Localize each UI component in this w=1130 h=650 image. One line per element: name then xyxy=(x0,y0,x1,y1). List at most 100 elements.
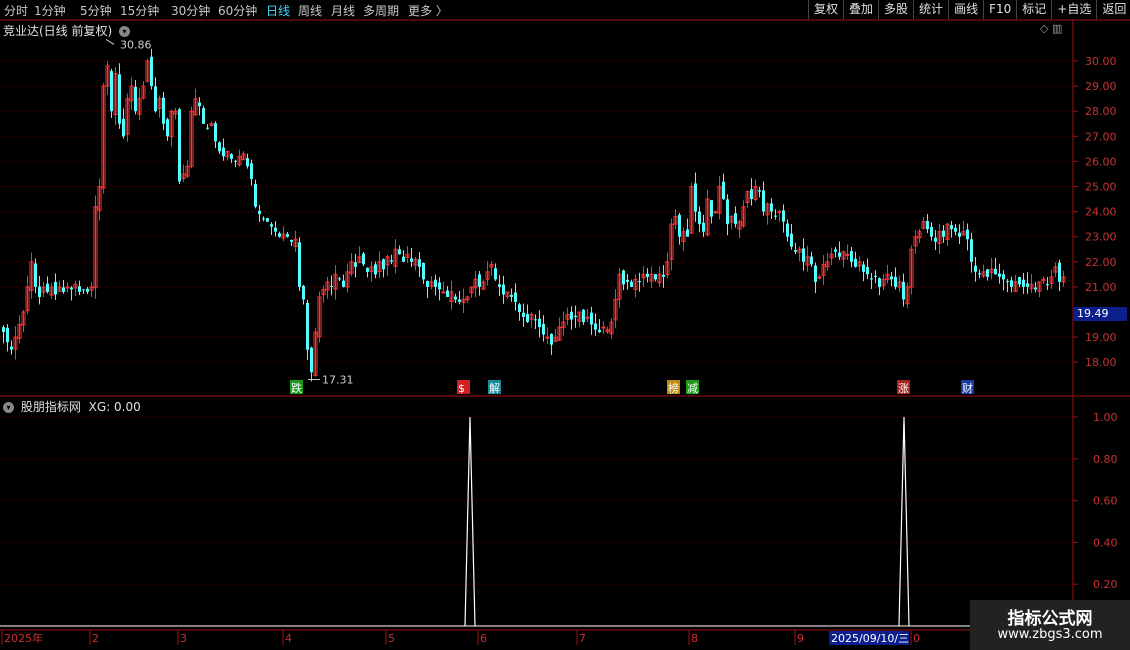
price-tick-label: 28.00 xyxy=(1085,105,1117,118)
candle-body-down xyxy=(150,56,153,87)
candle-body-down xyxy=(574,315,577,318)
candle-body-down xyxy=(154,86,157,112)
candle-body-down xyxy=(782,210,785,222)
indicator-title-bar: ▾ 股朋指标网 XG: 0.00 xyxy=(3,398,141,415)
candle-body-down xyxy=(258,210,261,215)
event-marker-label: 涨 xyxy=(898,382,909,395)
candlestick-series xyxy=(2,48,1066,382)
candle-body-down xyxy=(582,309,585,323)
candle-body-down xyxy=(802,248,805,262)
indicator-tick-label: 0.40 xyxy=(1093,536,1118,549)
time-axis-label: 4 xyxy=(285,632,292,645)
candle-body-down xyxy=(794,250,797,252)
candle-body-down xyxy=(518,304,521,312)
candle-body-down xyxy=(366,267,369,272)
time-axis-label: 9 xyxy=(797,632,804,645)
chevron-down-icon[interactable]: ▾ xyxy=(3,402,14,413)
watermark: 指标公式网 www.zbgs3.com xyxy=(970,600,1130,650)
candle-body-down xyxy=(590,312,593,325)
candle-body-down xyxy=(362,253,365,265)
candle-body-down xyxy=(998,273,1001,277)
candle-body-down xyxy=(930,226,933,237)
candle-body-down xyxy=(878,278,881,287)
candle-body-down xyxy=(78,286,81,292)
candle-body-down xyxy=(1022,279,1025,287)
indicator-tick-label: 1.00 xyxy=(1093,411,1118,424)
candle-body-down xyxy=(82,289,85,291)
event-marker-label: 榜 xyxy=(668,381,679,395)
time-axis-label: 2 xyxy=(92,632,99,645)
high-price-label: 30.86 xyxy=(120,38,152,51)
candle-body-down xyxy=(958,232,961,237)
candle-body-down xyxy=(410,258,413,262)
indicator-signal-spike xyxy=(464,416,476,627)
candle-body-up xyxy=(845,253,850,256)
time-axis-label: 0 xyxy=(913,632,920,645)
candle-body-down xyxy=(1006,281,1009,283)
candle-body-down xyxy=(850,251,853,262)
candle-body-down xyxy=(838,252,841,257)
event-marker-label: $ xyxy=(458,382,465,395)
candle-body-down xyxy=(498,284,501,287)
time-axis-label: 2025年 xyxy=(4,631,43,645)
candle-body-down xyxy=(774,215,777,217)
time-axis-label: 7 xyxy=(579,632,586,645)
candle-body-down xyxy=(630,281,633,287)
candle-body-down xyxy=(270,224,273,227)
price-tick-label: 22.00 xyxy=(1085,256,1117,269)
candle-body-down xyxy=(70,287,73,290)
time-axis-label: 5 xyxy=(388,632,395,645)
candle-body-down xyxy=(866,266,869,275)
watermark-url: www.zbgs3.com xyxy=(997,627,1103,642)
candle-body-down xyxy=(234,160,237,162)
candle-body-down xyxy=(966,229,969,240)
candle-body-down xyxy=(622,270,625,285)
price-tick-label: 23.00 xyxy=(1085,231,1117,244)
candle-body-down xyxy=(230,154,233,159)
candle-body-down xyxy=(110,71,113,112)
candle-body-down xyxy=(810,256,813,265)
candle-body-down xyxy=(758,190,761,192)
high-annotation-arrow xyxy=(105,38,115,45)
candle-body-down xyxy=(254,183,257,207)
candle-body-down xyxy=(870,278,873,280)
candle-body-down xyxy=(166,119,169,137)
time-axis-label: 3 xyxy=(180,632,187,645)
candle-body-down xyxy=(374,264,377,275)
event-marker-label: 减 xyxy=(687,382,698,395)
panel-toggle-icon[interactable]: ▥ xyxy=(1052,22,1062,35)
price-tick-label: 21.00 xyxy=(1085,281,1117,294)
kline-chart-canvas[interactable]: 30.00 29.00 28.00 27.00 26.00 25.00 24.00 23.00… xyxy=(0,0,1130,650)
candle-body-down xyxy=(6,327,9,343)
candle-body-down xyxy=(1058,262,1061,282)
candle-body-down xyxy=(722,181,725,200)
candle-body-down xyxy=(302,285,305,300)
time-axis-label: 8 xyxy=(691,632,698,645)
candle-body-down xyxy=(338,278,341,280)
main-chart-title: 竞业达(日线 前复权) ▾ xyxy=(3,22,131,39)
diamond-icon[interactable]: ◇ xyxy=(1040,22,1048,35)
candle-body-down xyxy=(290,239,293,242)
event-marker-label: 财 xyxy=(962,381,973,395)
candle-body-down xyxy=(494,268,497,280)
candle-body-down xyxy=(894,276,897,287)
candle-body-down xyxy=(446,290,449,297)
candle-body-down xyxy=(458,299,461,302)
price-tick-label: 18.00 xyxy=(1085,356,1117,369)
candle-body-down xyxy=(54,281,57,295)
cursor-date-label: 2025/09/10/三 xyxy=(831,632,909,645)
indicator-signal-spike xyxy=(898,416,910,627)
chevron-down-icon[interactable]: ▾ xyxy=(119,26,131,37)
chart-corner-controls: ◇ ▥ xyxy=(1040,22,1062,35)
candle-body-down xyxy=(710,200,713,217)
candle-body-down xyxy=(502,284,505,295)
candle-body-down xyxy=(262,218,265,220)
candle-body-up xyxy=(777,211,782,214)
low-price-label: 17.31 xyxy=(322,374,354,387)
candle-body-down xyxy=(862,264,865,272)
candle-body-down xyxy=(354,262,357,267)
candle-body-down xyxy=(526,313,529,323)
candle-body-down xyxy=(654,274,657,280)
candle-body-down xyxy=(10,346,13,350)
candle-body-down xyxy=(202,108,205,124)
